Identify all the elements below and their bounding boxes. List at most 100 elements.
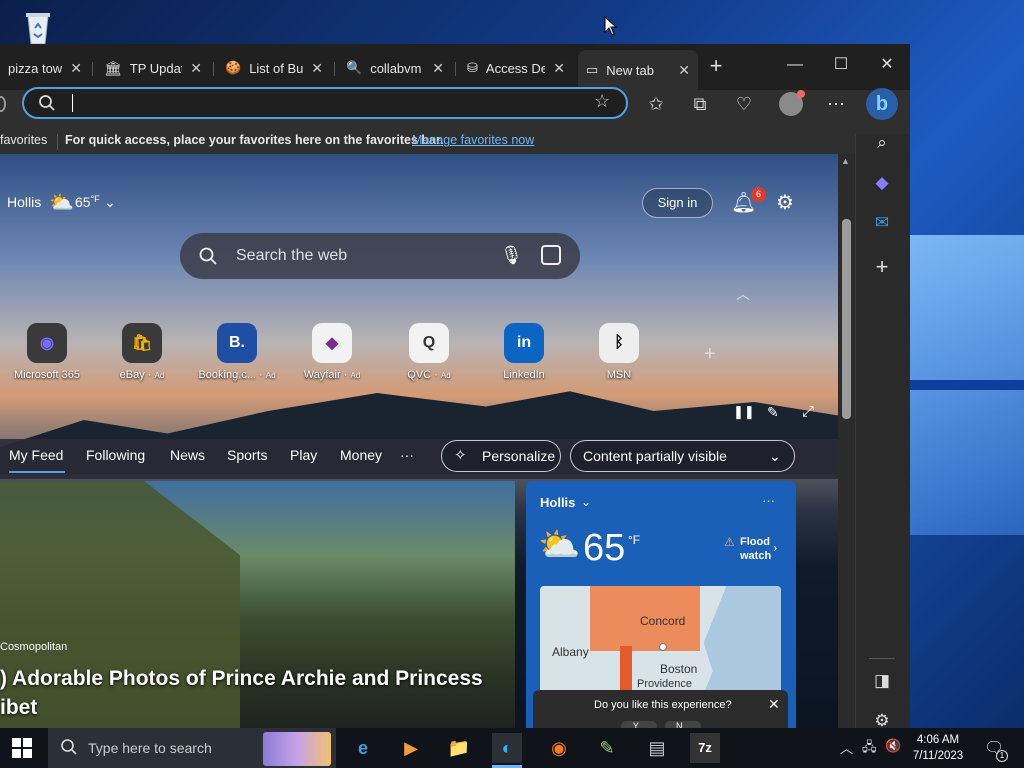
taskbar-search-box[interactable]: Type here to search [48,728,336,768]
microphone-icon[interactable]: 🎙︎ [500,245,523,266]
notification-count-badge: 1 [996,750,1008,762]
show-hidden-icons-chevron-icon[interactable]: ︿ [840,738,853,757]
quick-link-microsoft-365[interactable]: ◉ Microsoft 365 [2,323,92,381]
image-info-icon[interactable]: ✎ [767,404,779,421]
top-story-card[interactable]: Cosmopolitan ) Adorable Photos of Prince… [0,481,515,728]
quick-link-label: Booking.c... [198,369,256,381]
address-bar[interactable]: ☆ [22,87,628,119]
more-options-icon[interactable]: ··· [762,493,775,508]
collections-icon[interactable]: ⧉ [688,92,712,116]
close-tab-icon[interactable]: ✕ [190,60,202,77]
story-headline[interactable]: ) Adorable Photos of Prince Archie and P… [0,664,515,722]
network-icon[interactable]: 🖧 [862,738,877,760]
profile-avatar[interactable] [779,90,805,116]
new-tab-button[interactable]: + [704,54,728,80]
close-tab-icon[interactable]: ✕ [678,62,690,79]
quick-link-qvc[interactable]: Q QVC · Ad [384,323,474,381]
bing-copilot-icon[interactable]: b [866,88,898,120]
feed-tab-money[interactable]: Money [340,447,382,463]
search-highlight-image[interactable] [263,732,331,766]
ebay-bag-icon: 🛍︎ [122,323,162,363]
content-visibility-dropdown[interactable]: Content partially visible ⌄ [570,440,795,472]
feed-tab-my-feed[interactable]: My Feed [9,447,63,463]
pause-background-icon[interactable]: ❚❚ [733,404,755,420]
add-sidebar-app-icon[interactable]: + [869,254,895,280]
alert-triangle-icon: ⚠ [724,535,735,549]
favorites-icon[interactable]: ✩ [644,92,668,116]
maximize-button[interactable]: ☐ [819,52,863,80]
weather-alert-line2[interactable]: watch [740,550,771,562]
firefox-icon[interactable]: ◉ [544,733,574,763]
add-quick-link-icon[interactable]: + [704,343,716,366]
quick-link-wayfair[interactable]: ◆ Wayfair · Ad [287,323,377,381]
story-headline-line: ibet [0,696,38,719]
sidebar-settings-icon[interactable]: ⚙ [869,708,895,728]
sign-in-button[interactable]: Sign in [642,188,713,218]
weather-temp[interactable]: 65°F [75,194,100,210]
manage-favorites-link[interactable]: Manage favorites now [412,133,534,147]
close-tab-icon[interactable]: ✕ [432,60,444,77]
favorite-star-icon[interactable]: ☆ [594,91,610,112]
close-window-button[interactable]: ✕ [865,52,909,80]
expand-background-icon[interactable]: ⤢ [802,403,814,420]
windows-app-icon[interactable]: ▤ [642,733,672,763]
start-windows-icon[interactable] [12,738,32,758]
feedback-question: Do you like this experience? [594,699,732,711]
7zip-icon[interactable]: 7z [690,733,720,763]
weather-location[interactable]: Hollis [7,194,41,210]
close-tab-icon[interactable]: ✕ [311,60,323,77]
tab-pizza-tower[interactable]: pizza towe ✕ [0,54,90,82]
quick-link-booking[interactable]: B. Booking.c... · Ad [192,323,282,381]
minimize-button[interactable]: — [773,52,817,80]
quick-link-ebay[interactable]: 🛍︎ eBay · Ad [97,323,187,381]
feed-tab-play[interactable]: Play [290,447,317,463]
visual-search-icon[interactable] [541,245,561,265]
collapse-chevron-icon[interactable]: ︿ [736,284,750,304]
search-icon[interactable]: ⌕ [869,130,895,156]
weather-card-location[interactable]: Hollis [540,495,575,510]
tab-access-denied[interactable]: ⛁ Access De ✕ [459,54,573,82]
feed-tab-news[interactable]: News [170,447,205,463]
copilot-icon[interactable]: ◆ [869,170,895,196]
scroll-up-arrow-icon[interactable]: ▲ [841,156,850,166]
ad-label: Ad [265,371,276,380]
close-icon[interactable]: ✕ [768,696,780,713]
tab-tp-update[interactable]: 🏛 TP Update ✕ [96,54,210,82]
more-feeds-icon[interactable]: ··· [400,447,414,463]
close-tab-icon[interactable]: ✕ [553,60,565,77]
recycle-bin-icon[interactable] [18,6,58,46]
tab-list-of-buil[interactable]: 🍪 List of Buil ✕ [217,54,331,82]
chevron-right-icon[interactable]: › [773,540,777,555]
feed-tab-sports[interactable]: Sports [227,447,267,463]
personalize-label: Personalize [482,448,556,464]
feed-navigation: My Feed Following News Sports Play Money… [0,440,440,473]
quick-link-linkedin[interactable]: in LinkedIn [479,323,569,381]
outlook-icon[interactable]: ✉ [869,210,895,236]
close-tab-icon[interactable]: ✕ [70,60,82,77]
volume-muted-icon[interactable]: 🔇 [885,738,901,754]
web-search-box[interactable]: Search the web 🎙︎ [180,233,580,279]
personalize-button[interactable]: ✧ Personalize [441,440,561,472]
feed-tab-following[interactable]: Following [86,447,145,463]
system-clock[interactable]: 4:06 AM 7/11/2023 [906,732,970,764]
scrollbar-thumb[interactable] [842,219,851,419]
paint-icon[interactable]: ✎ [592,733,622,763]
file-explorer-icon[interactable]: 📁 [444,733,474,763]
edge-browser-icon[interactable]: ◐ [492,733,522,763]
sparkle-icon: ✧ [454,447,467,464]
search-icon [60,738,78,759]
internet-explorer-icon[interactable]: e [348,733,378,763]
chevron-down-icon[interactable]: ⌄ [581,495,591,509]
weather-unit: °F [90,194,100,204]
browser-essentials-icon[interactable]: ♡ [732,92,756,116]
tab-collabvm[interactable]: 🔍 collabvm r ✕ [338,54,452,82]
weather-alert-line1[interactable]: Flood [740,536,770,548]
chevron-down-icon[interactable]: ⌄ [104,194,116,211]
clock-time: 4:06 AM [916,734,960,746]
hide-sidebar-icon[interactable]: ◨ [869,668,895,694]
quick-link-msn[interactable]: ᛒ MSN [574,323,664,381]
settings-gear-icon[interactable]: ⚙ [776,190,794,215]
media-player-icon[interactable]: ▶ [396,733,426,763]
more-menu-icon[interactable]: ⋯ [824,92,848,116]
tab-new-tab[interactable]: ▭ New tab ✕ [578,50,698,90]
